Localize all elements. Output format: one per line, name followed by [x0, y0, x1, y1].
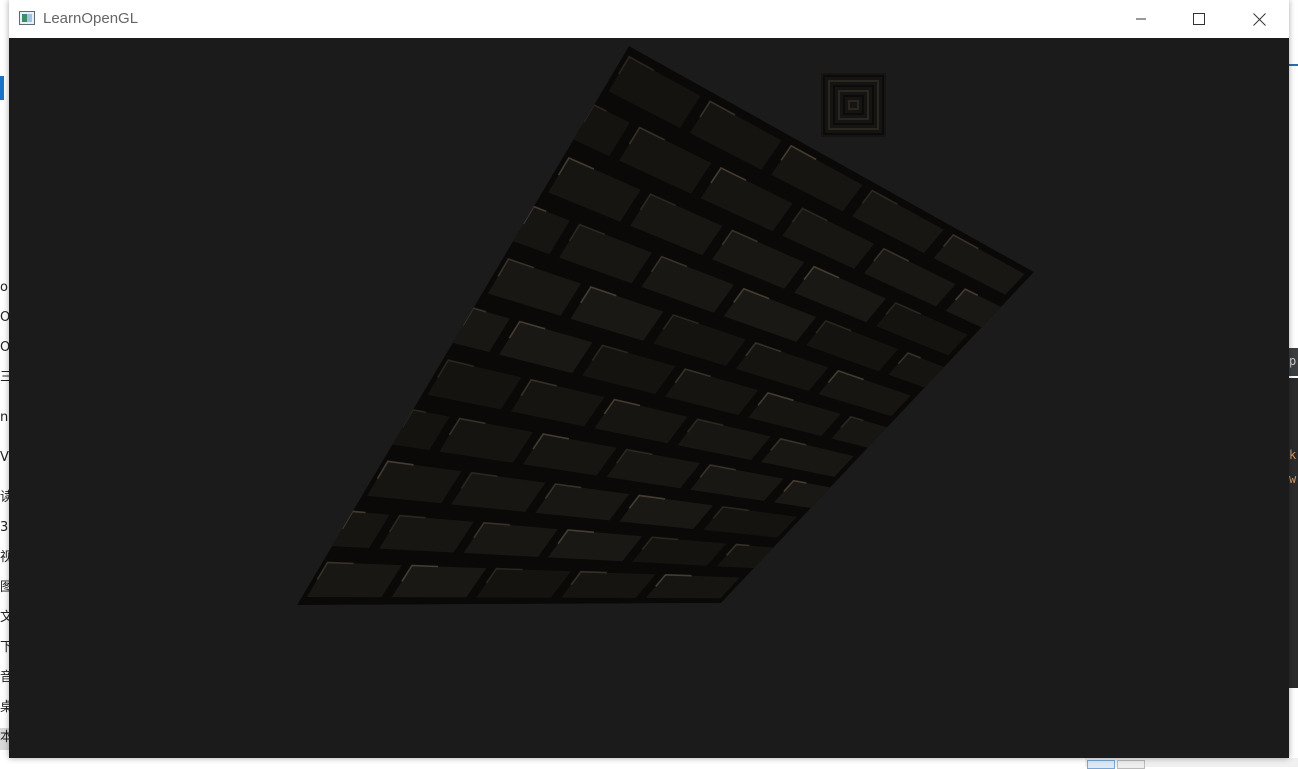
background-text: 视	[0, 550, 9, 565]
background-text: O	[0, 340, 9, 355]
rendered-scene	[297, 46, 1034, 605]
background-text: 桌	[0, 700, 9, 715]
background-text: k	[1289, 448, 1297, 462]
background-text: 3	[0, 520, 9, 535]
brick-texture-preview	[821, 73, 886, 137]
window-title: LearnOpenGL	[43, 10, 139, 27]
background-accent	[1289, 64, 1298, 66]
background-right-strip: p k w	[1289, 0, 1298, 767]
background-text: 下	[0, 640, 9, 655]
opengl-window[interactable]: LearnOpenGL	[9, 0, 1289, 758]
maximize-icon	[1193, 13, 1205, 25]
close-button[interactable]	[1230, 0, 1288, 38]
preview-base	[821, 73, 886, 137]
background-text: 本	[0, 730, 9, 745]
background-accent	[0, 76, 4, 100]
background-text: p	[1289, 354, 1297, 368]
background-text: n	[0, 410, 9, 425]
brick-wall-plane	[297, 46, 1034, 605]
minimize-button[interactable]	[1112, 0, 1170, 38]
minimize-icon	[1136, 18, 1146, 20]
background-text: 三	[0, 370, 9, 385]
maximize-button[interactable]	[1170, 0, 1228, 38]
background-text: 音	[0, 670, 9, 685]
taskbar-button	[1117, 760, 1145, 769]
close-icon	[1252, 12, 1266, 26]
taskbar-button	[1087, 760, 1115, 769]
background-text: o	[0, 280, 8, 295]
background-text: O	[0, 310, 9, 325]
background-text: 图	[0, 580, 9, 595]
background-editor	[1289, 378, 1298, 688]
background-text: 读	[0, 490, 9, 505]
background-text: w	[1289, 472, 1297, 486]
background-text: 文	[0, 610, 9, 625]
background-text: V	[0, 450, 9, 465]
background-taskbar	[1085, 758, 1298, 769]
title-bar[interactable]: LearnOpenGL	[9, 0, 1289, 38]
app-icon	[19, 11, 35, 25]
background-left-strip: o O O 三 n V 读 3 视 图 文 下 音 桌 本	[0, 0, 9, 767]
render-viewport[interactable]	[9, 38, 1289, 758]
